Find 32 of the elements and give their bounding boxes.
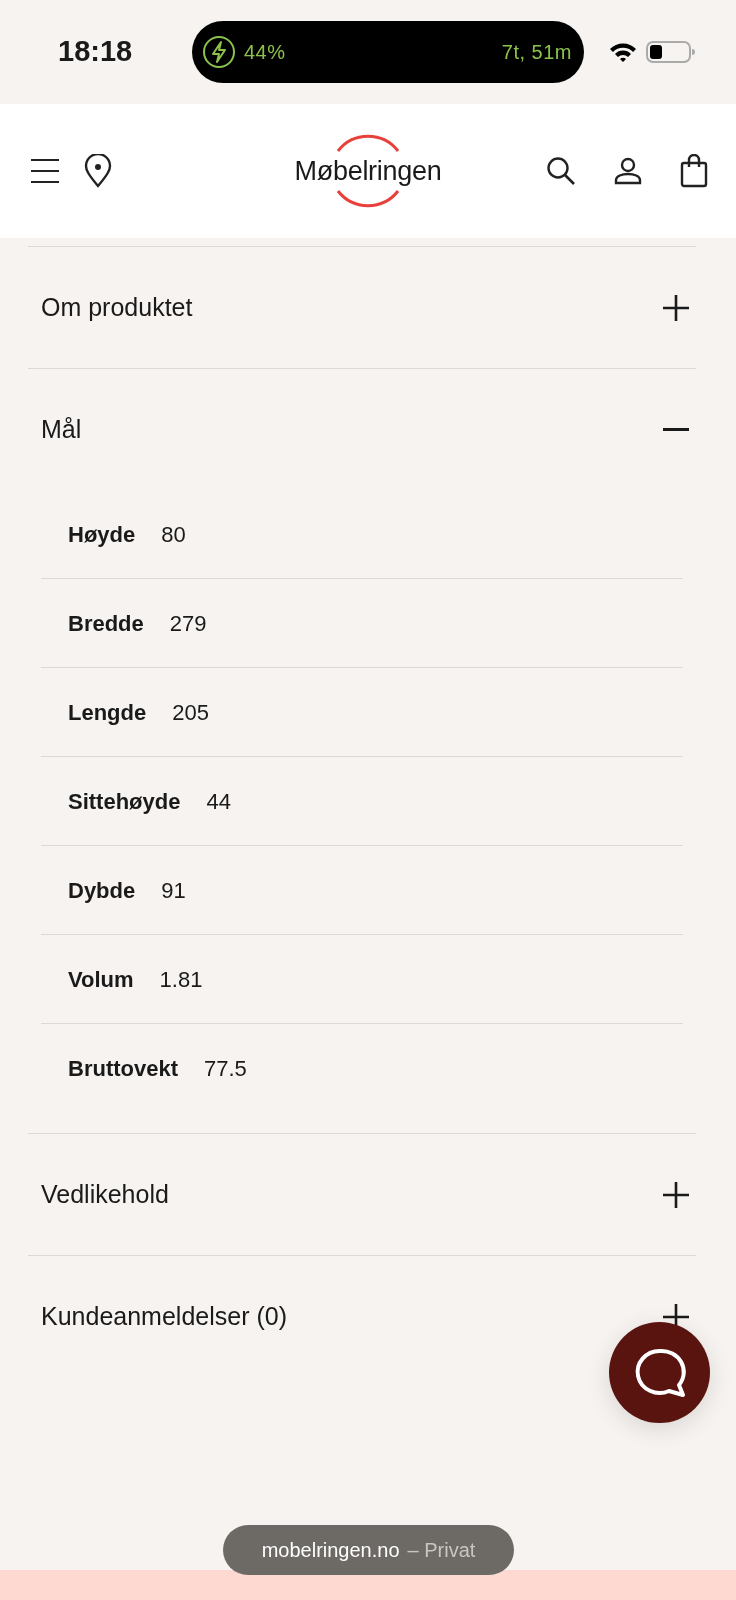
time-remaining: 7t, 51m xyxy=(501,40,572,65)
spec-value: 44 xyxy=(206,787,231,816)
menu-icon[interactable] xyxy=(30,158,60,184)
spec-value: 205 xyxy=(172,698,209,727)
spec-label: Lengde xyxy=(68,698,147,727)
spec-value: 77.5 xyxy=(204,1055,247,1083)
private-mode-label: – Privat xyxy=(407,1538,476,1563)
logo[interactable]: Møbelringen xyxy=(294,150,442,192)
spec-label: Dybde xyxy=(68,876,136,905)
shopping-bag-icon[interactable] xyxy=(680,154,708,188)
browser-address-pill[interactable]: mobelringen.no – Privat xyxy=(223,1525,514,1575)
battery-icon xyxy=(646,40,696,64)
spec-value: 279 xyxy=(169,609,207,638)
spec-value: 1.81 xyxy=(159,965,203,994)
account-icon[interactable] xyxy=(614,157,642,185)
battery-percent: 44% xyxy=(244,40,286,65)
spec-value: 91 xyxy=(161,876,186,905)
spec-label: Høyde xyxy=(68,520,136,549)
search-icon[interactable] xyxy=(546,156,576,186)
spec-label: Bruttovekt xyxy=(68,1055,178,1083)
url-domain: mobelringen.no xyxy=(261,1538,400,1563)
spec-label: Bredde xyxy=(68,609,144,638)
charging-icon xyxy=(202,35,236,69)
spec-label: Sittehøyde xyxy=(68,787,181,816)
spec-value: 80 xyxy=(161,520,186,549)
accordion-header[interactable]: Mål xyxy=(28,368,696,490)
location-pin-icon[interactable] xyxy=(84,154,112,188)
status-time: 18:18 xyxy=(58,34,134,70)
accordion-header[interactable]: Om produktet xyxy=(28,246,696,368)
spec-label: Volum xyxy=(68,965,134,994)
wifi-icon xyxy=(608,41,638,63)
accordion-header[interactable]: Vedlikehold xyxy=(28,1133,696,1255)
